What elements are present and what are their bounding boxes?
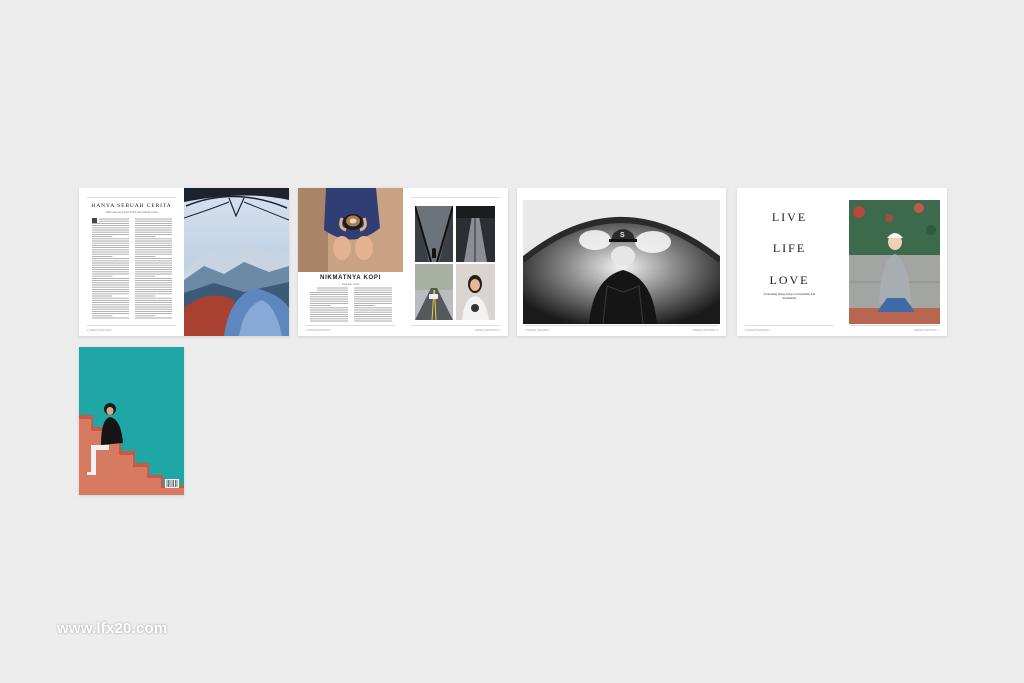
subway-escalator-photo: [456, 206, 495, 262]
page-number: MAGZ HOLIDAY 3: [475, 328, 500, 332]
page-coffee-article: NIKMATNYA KOPI Kopi dan cerita 2 MAGZ HO…: [298, 188, 403, 336]
watermark-text: www.lfx20.com: [57, 620, 168, 637]
laughing-woman-photo: [849, 200, 940, 324]
teal-stairs-photo: [79, 347, 184, 495]
footer-rule: [87, 325, 176, 326]
spread-2[interactable]: NIKMATNYA KOPI Kopi dan cerita 2 MAGZ HO…: [298, 188, 508, 336]
tent-mountain-photo: [184, 188, 289, 336]
article-subtitle: Kopi dan cerita: [341, 283, 360, 286]
footer-rule: [306, 325, 395, 326]
header-rule: [411, 197, 500, 198]
page-number: 1 MAGZ HOLIDAY: [87, 328, 112, 332]
footer-rule: [745, 325, 834, 326]
woman-portrait-photo: [456, 264, 495, 320]
page-live-life-love: LIVE LIFE LOVE Terkadang hidup hanya soa…: [737, 188, 842, 336]
word-life: LIFE: [772, 241, 807, 255]
article-subtitle: Tidak ada yang lebih indah dari sebuah c…: [105, 211, 158, 214]
page-number-right: MAGZ HOLIDAY 5: [693, 328, 718, 332]
word-love: LOVE: [769, 273, 810, 287]
page-number: 6 MAGZ HOLIDAY: [745, 328, 770, 332]
escalator-photo: [415, 206, 453, 262]
article-title: HANYA SEBUAH CERITA: [91, 203, 172, 209]
body-text: [310, 287, 392, 322]
page-photo-laughing: MAGZ HOLIDAY 7: [842, 188, 947, 336]
page-photo-grid: MAGZ HOLIDAY 3: [403, 188, 508, 336]
road-car-photo: [415, 264, 453, 320]
word-live: LIVE: [771, 210, 808, 224]
caption-text: Terkadang hidup hanya soal melihat dan m…: [763, 292, 816, 300]
svg-text:S: S: [620, 232, 625, 239]
back-cover[interactable]: [79, 347, 184, 495]
page-photo-tent: [184, 188, 289, 336]
page-article-left: HANYA SEBUAH CERITA Tidak ada yang lebih…: [79, 188, 184, 336]
article-title: NIKMATNYA KOPI: [320, 275, 381, 281]
header-rule: [87, 197, 176, 198]
page-number-left: 4 MAGZ HOLIDAY: [525, 328, 550, 332]
spread-3[interactable]: S 4 MAGZ HOLIDAY MAGZ HOLIDAY 5: [517, 188, 726, 336]
footer-rule: [850, 325, 939, 326]
smoke-cap-photo: S: [523, 200, 720, 324]
coffee-photo: [298, 188, 403, 272]
footer-rule: [525, 325, 718, 326]
spread-4[interactable]: LIVE LIFE LOVE Terkadang hidup hanya soa…: [737, 188, 947, 336]
body-text: [92, 218, 172, 319]
footer-rule: [411, 325, 500, 326]
page-number: MAGZ HOLIDAY 7: [914, 328, 939, 332]
page-number: 2 MAGZ HOLIDAY: [306, 328, 331, 332]
spread-1[interactable]: HANYA SEBUAH CERITA Tidak ada yang lebih…: [79, 188, 289, 336]
